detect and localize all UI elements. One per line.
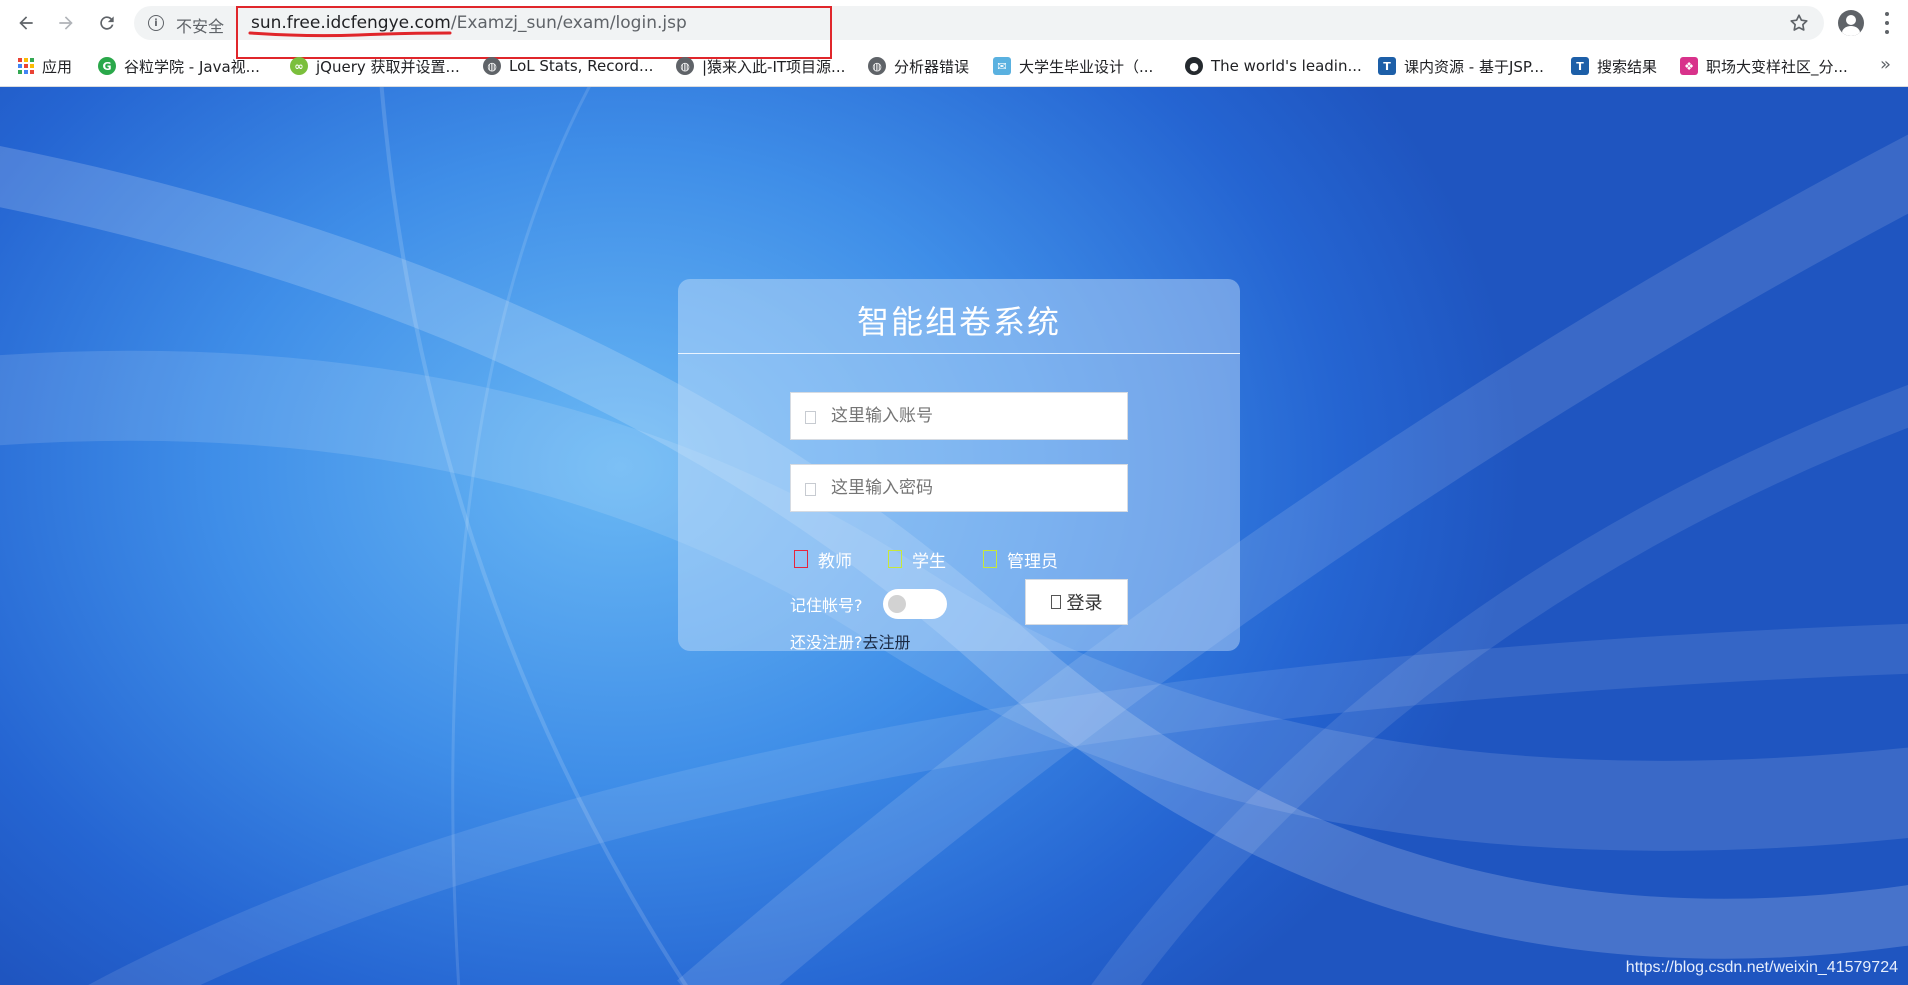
browser-toolbar: i 不安全 sun.free.idcfengye.com/Examzj_sun/… bbox=[0, 0, 1908, 46]
register-prompt: 还没注册? bbox=[790, 633, 863, 652]
role-label: 教师 bbox=[818, 551, 852, 572]
remember-account-toggle[interactable] bbox=[883, 589, 947, 619]
reload-icon[interactable] bbox=[93, 9, 121, 37]
toggle-knob bbox=[888, 595, 906, 613]
username-field[interactable] bbox=[790, 392, 1128, 440]
bookmark-career-community[interactable]: ❖ 职场大变样社区_分... bbox=[1680, 46, 1848, 86]
bookmark-label: 应用 bbox=[42, 57, 73, 76]
globe-icon: ◍ bbox=[868, 57, 886, 75]
bookmark-lol-stats[interactable]: ◍ LoL Stats, Record... bbox=[483, 46, 653, 86]
login-icon bbox=[1050, 595, 1061, 609]
tb-icon: T bbox=[1378, 57, 1396, 75]
forward-arrow-icon[interactable] bbox=[52, 9, 80, 37]
role-label: 管理员 bbox=[1007, 551, 1058, 572]
role-option-teacher[interactable]: 教师 bbox=[794, 547, 852, 572]
user-icon bbox=[805, 411, 816, 424]
bookmark-label: 谷粒学院 - Java视... bbox=[124, 57, 260, 76]
bookmark-search-results[interactable]: T 搜索结果 bbox=[1571, 46, 1657, 86]
info-icon[interactable]: i bbox=[148, 15, 164, 31]
community-icon: ❖ bbox=[1680, 57, 1698, 75]
bookmark-label: 大学生毕业设计（... bbox=[1019, 57, 1154, 76]
apps-grid-icon bbox=[18, 58, 34, 74]
browser-chrome: i 不安全 sun.free.idcfengye.com/Examzj_sun/… bbox=[0, 0, 1908, 87]
page-background: 智能组卷系统 教师 学生 管理员 记住帐号? 登录 bbox=[0, 87, 1908, 985]
bookmark-guli[interactable]: G 谷粒学院 - Java视... bbox=[98, 46, 260, 86]
mail-icon: ✉ bbox=[993, 57, 1011, 75]
lock-icon bbox=[805, 483, 816, 496]
role-label: 学生 bbox=[912, 551, 946, 572]
bookmark-label: |猿来入此-IT项目源... bbox=[702, 57, 846, 76]
url-text[interactable]: sun.free.idcfengye.com/Examzj_sun/exam/l… bbox=[251, 13, 687, 33]
url-path: /Examzj_sun/exam/login.jsp bbox=[450, 13, 687, 33]
not-secure-label[interactable]: 不安全 bbox=[176, 13, 224, 37]
bookmark-label: 职场大变样社区_分... bbox=[1706, 57, 1848, 76]
bookmark-label: 课内资源 - 基于JSP... bbox=[1404, 57, 1544, 76]
username-input[interactable] bbox=[831, 393, 1121, 439]
globe-icon: ◍ bbox=[483, 57, 501, 75]
register-link[interactable]: 去注册 bbox=[863, 633, 911, 652]
login-button-label: 登录 bbox=[1066, 593, 1103, 614]
password-input[interactable] bbox=[831, 465, 1121, 511]
title-divider bbox=[678, 353, 1240, 354]
bookmark-jquery[interactable]: ∞ jQuery 获取并设置... bbox=[290, 46, 460, 86]
bookmark-yuanlai[interactable]: ◍ |猿来入此-IT项目源... bbox=[676, 46, 845, 86]
role-option-admin[interactable]: 管理员 bbox=[983, 547, 1058, 572]
password-field[interactable] bbox=[790, 464, 1128, 512]
bookmark-analyzer-error[interactable]: ◍ 分析器错误 bbox=[868, 46, 969, 86]
watermark: https://blog.csdn.net/weixin_41579724 bbox=[1625, 959, 1898, 976]
bookmark-course-resources[interactable]: T 课内资源 - 基于JSP... bbox=[1378, 46, 1544, 86]
login-panel: 智能组卷系统 教师 学生 管理员 记住帐号? 登录 bbox=[678, 279, 1240, 653]
bookmark-label: LoL Stats, Record... bbox=[509, 57, 654, 75]
guli-g-icon: G bbox=[98, 57, 116, 75]
register-row: 还没注册?去注册 bbox=[790, 629, 911, 653]
wechat-bubble-icon: ∞ bbox=[290, 57, 308, 75]
bookmarks-bar: 应用 G 谷粒学院 - Java视... ∞ jQuery 获取并设置... ◍… bbox=[0, 46, 1908, 86]
radio-box-icon[interactable] bbox=[888, 550, 902, 568]
bookmark-apps[interactable]: 应用 bbox=[18, 46, 72, 86]
profile-avatar-icon[interactable] bbox=[1838, 10, 1864, 36]
bookmark-graduation-design[interactable]: ✉ 大学生毕业设计（... bbox=[993, 46, 1153, 86]
remember-account-label: 记住帐号? bbox=[790, 596, 863, 615]
tb-icon: T bbox=[1571, 57, 1589, 75]
bookmark-label: The world's leadin... bbox=[1211, 57, 1362, 75]
back-arrow-icon[interactable] bbox=[12, 9, 40, 37]
radio-box-icon[interactable] bbox=[794, 550, 808, 568]
page-title: 智能组卷系统 bbox=[856, 303, 1061, 341]
address-bar[interactable]: i 不安全 sun.free.idcfengye.com/Examzj_sun/… bbox=[134, 6, 1824, 40]
login-button[interactable]: 登录 bbox=[1025, 579, 1128, 625]
browser-menu-icon[interactable] bbox=[1884, 12, 1890, 34]
role-option-student[interactable]: 学生 bbox=[888, 547, 946, 572]
bookmark-label: jQuery 获取并设置... bbox=[316, 57, 460, 76]
bookmarks-overflow-chevron-icon[interactable]: » bbox=[1880, 54, 1891, 75]
radio-box-icon[interactable] bbox=[983, 550, 997, 568]
omnibox-separator bbox=[237, 14, 238, 32]
url-host: sun.free.idcfengye.com bbox=[251, 13, 451, 33]
bookmark-star-icon[interactable] bbox=[1788, 12, 1810, 34]
github-icon: ● bbox=[1185, 57, 1203, 75]
globe-icon: ◍ bbox=[676, 57, 694, 75]
bookmark-label: 分析器错误 bbox=[894, 57, 970, 76]
bookmark-label: 搜索结果 bbox=[1597, 57, 1658, 76]
bookmark-github[interactable]: ● The world's leadin... bbox=[1185, 46, 1362, 86]
